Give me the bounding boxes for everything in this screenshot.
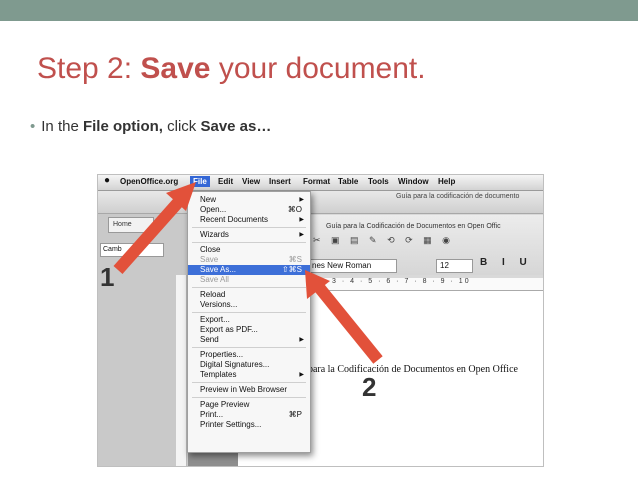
arrow-1-icon (113, 182, 196, 274)
arrow-2-icon (305, 270, 383, 364)
callout-number-1: 1 (100, 262, 115, 292)
callout-arrows (113, 182, 383, 364)
callout-number-2: 2 (362, 372, 377, 402)
